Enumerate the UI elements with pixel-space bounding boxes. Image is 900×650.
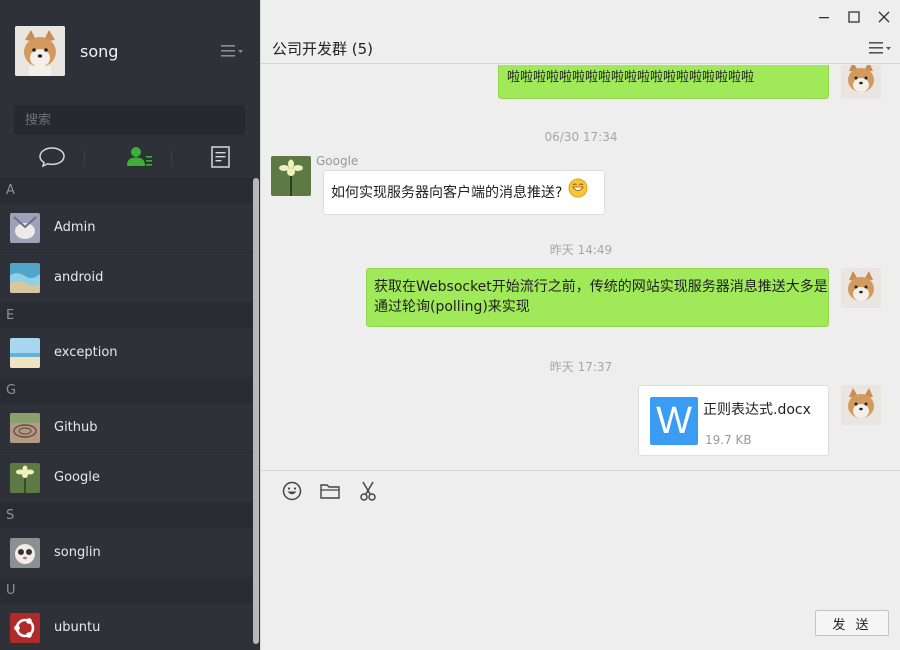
contact-avatar <box>10 262 40 293</box>
message-bubble-own[interactable]: 获取在Websocket开始流行之前，传统的网站实现服务器消息推送大多是 通过轮… <box>366 268 829 327</box>
group-header-a: A <box>0 178 253 203</box>
input-area: 发 送 <box>261 470 900 650</box>
message-input[interactable] <box>277 511 887 601</box>
chat-panel: 公司开发群 (5) 啦啦啦啦啦啦啦啦啦啦啦啦啦啦啦啦啦啦啦 06/30 17:3… <box>260 0 900 650</box>
message-bubble-incoming[interactable]: 如何实现服务器向客户端的消息推送? <box>323 170 605 215</box>
folder-icon[interactable] <box>318 479 342 503</box>
message-bubble-own[interactable]: 啦啦啦啦啦啦啦啦啦啦啦啦啦啦啦啦啦啦啦 <box>498 65 829 99</box>
file-name: 正则表达式.docx <box>703 402 811 418</box>
contact-list: A Admin android E exception G Github Goo… <box>0 178 253 650</box>
send-button[interactable]: 发 送 <box>815 610 889 636</box>
minimize-icon[interactable] <box>815 8 833 26</box>
group-header-e: E <box>0 303 253 328</box>
menu-icon[interactable] <box>220 42 244 60</box>
maximize-icon[interactable] <box>845 8 863 26</box>
contacts-icon[interactable] <box>125 144 155 170</box>
contact-name: Admin <box>54 220 96 235</box>
message-text: 获取在Websocket开始流行之前，传统的网站实现服务器消息推送大多是 <box>374 279 828 295</box>
message-sender: Google <box>316 154 359 168</box>
message-timestamp: 昨天 17:37 <box>549 360 613 374</box>
chat-titlebar: 公司开发群 (5) <box>261 0 900 64</box>
message-text: 通过轮询(polling)来实现 <box>374 299 530 315</box>
contact-avatar <box>10 537 40 568</box>
group-header-u: U <box>0 578 253 603</box>
contact-avatar <box>10 462 40 493</box>
scissors-icon[interactable] <box>356 479 380 503</box>
contact-android[interactable]: android <box>0 253 253 303</box>
tab-divider <box>171 150 172 166</box>
search-input[interactable] <box>14 105 245 135</box>
contact-avatar <box>10 212 40 243</box>
close-icon[interactable] <box>875 8 893 26</box>
contact-name: exception <box>54 345 118 360</box>
contact-name: Google <box>54 470 100 485</box>
scrollbar-thumb[interactable] <box>253 178 259 644</box>
contact-ubuntu[interactable]: ubuntu <box>0 603 253 650</box>
chat-menu-icon[interactable] <box>867 40 893 56</box>
profile-name: song <box>80 42 119 61</box>
contact-avatar <box>10 612 40 643</box>
message-text: 如何实现服务器向客户端的消息推送? <box>331 185 563 201</box>
contact-avatar <box>10 412 40 443</box>
own-avatar[interactable] <box>841 385 881 425</box>
file-size: 19.7 KB <box>705 433 752 447</box>
contact-name: Github <box>54 420 98 435</box>
contact-google[interactable]: Google <box>0 453 253 503</box>
group-header-s: S <box>0 503 253 528</box>
message-text: 啦啦啦啦啦啦啦啦啦啦啦啦啦啦啦啦啦啦啦 <box>507 70 755 85</box>
own-avatar[interactable] <box>841 65 881 99</box>
contact-name: ubuntu <box>54 620 101 635</box>
emoji-icon[interactable] <box>280 479 304 503</box>
document-icon[interactable] <box>206 144 236 170</box>
profile-avatar[interactable] <box>15 26 65 76</box>
own-avatar[interactable] <box>841 268 881 308</box>
smile-emoji-icon <box>568 178 588 204</box>
contact-exception[interactable]: exception <box>0 328 253 378</box>
contact-songlin[interactable]: songlin <box>0 528 253 578</box>
contact-github[interactable]: Github <box>0 403 253 453</box>
group-header-g: G <box>0 378 253 403</box>
contact-name: songlin <box>54 545 101 560</box>
profile-header: song <box>0 0 260 100</box>
message-timestamp: 06/30 17:34 <box>544 130 618 144</box>
message-timestamp: 昨天 14:49 <box>549 243 613 257</box>
file-attachment[interactable]: W 正则表达式.docx 19.7 KB <box>638 385 829 456</box>
contact-name: android <box>54 270 104 285</box>
sidebar-tabs <box>0 140 260 176</box>
contact-scrollbar[interactable] <box>253 178 260 650</box>
contact-avatar <box>10 337 40 368</box>
word-file-icon: W <box>650 397 698 445</box>
sidebar: song 搜索 A Admin android E exception G Gi… <box>0 0 260 650</box>
contact-admin[interactable]: Admin <box>0 203 253 253</box>
google-avatar[interactable] <box>271 156 311 196</box>
chat-title: 公司开发群 (5) <box>272 40 374 58</box>
message-list[interactable]: 啦啦啦啦啦啦啦啦啦啦啦啦啦啦啦啦啦啦啦 06/30 17:34 Google 如… <box>261 65 900 470</box>
chat-bubble-icon[interactable] <box>37 144 67 170</box>
tab-divider <box>84 150 85 166</box>
